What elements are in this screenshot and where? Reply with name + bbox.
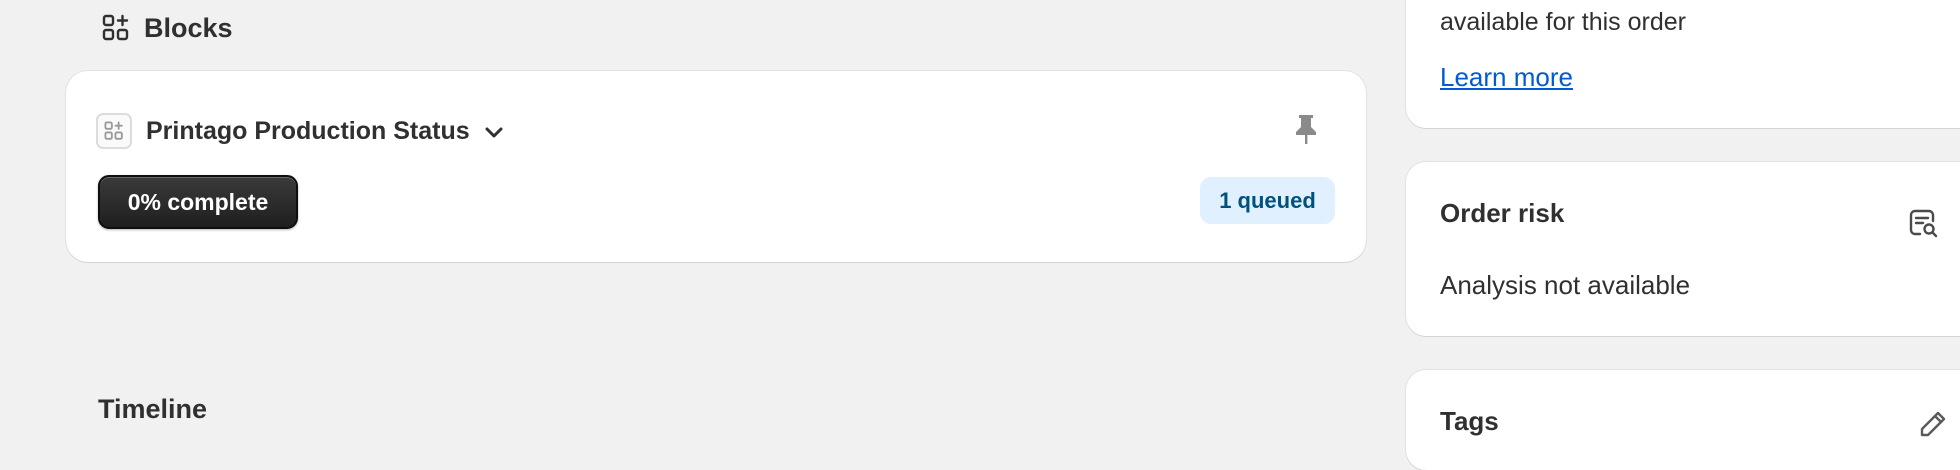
order-risk-title: Order risk — [1440, 198, 1565, 228]
blocks-title: Blocks — [144, 12, 233, 43]
risk-analysis-icon[interactable] — [1906, 207, 1940, 241]
blocks-section-header: Blocks — [102, 10, 233, 46]
learn-more-link[interactable]: Learn more — [1440, 62, 1573, 93]
progress-status-button[interactable]: 0% complete — [98, 175, 298, 229]
app-placeholder-icon — [96, 113, 132, 149]
queued-status-badge: 1 queued — [1200, 177, 1335, 224]
order-risk-card: Order risk Analysis not available — [1406, 162, 1960, 336]
tags-card: Tags — [1406, 370, 1960, 470]
pin-icon — [1293, 113, 1319, 150]
block-title: Printago Production Status — [146, 116, 470, 145]
pin-button[interactable] — [1286, 111, 1326, 151]
printago-block-card: Printago Production Status 0% complete 1… — [66, 71, 1366, 262]
edit-pencil-icon[interactable] — [1917, 408, 1949, 440]
tags-title: Tags — [1440, 406, 1499, 436]
blocks-icon — [102, 14, 130, 42]
order-risk-status: Analysis not available — [1440, 270, 1691, 300]
card-info-text: available for this order — [1440, 8, 1686, 36]
block-title-toggle[interactable]: Printago Production Status — [96, 111, 504, 151]
fulfillment-info-card: available for this order Learn more — [1406, 0, 1960, 128]
chevron-down-icon — [484, 122, 504, 140]
timeline-title: Timeline — [98, 394, 208, 424]
